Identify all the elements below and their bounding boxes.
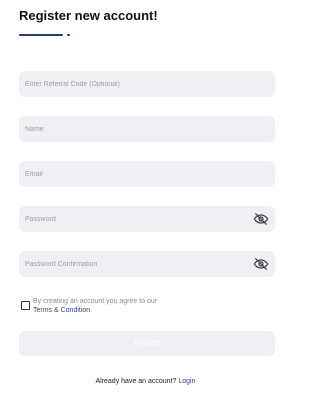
terms-link[interactable]: Terms & Condition — [33, 306, 90, 315]
eye-off-icon[interactable] — [253, 211, 269, 227]
referral-code-field-container — [19, 71, 275, 97]
referral-code-input[interactable] — [19, 71, 275, 97]
register-button[interactable]: Register — [19, 331, 275, 356]
terms-checkbox[interactable] — [21, 301, 30, 310]
login-link[interactable]: Login — [178, 378, 195, 385]
email-input[interactable] — [19, 161, 275, 187]
login-prompt: Already have an account? — [95, 378, 177, 385]
login-row: Already have an account? Login — [0, 378, 291, 385]
password-input[interactable] — [19, 206, 275, 232]
eye-off-icon[interactable] — [253, 256, 269, 272]
terms-text: By creating an account you agree to our — [33, 298, 158, 305]
title-underline — [19, 34, 63, 36]
name-field-container — [19, 116, 275, 142]
password-confirmation-field-container — [19, 251, 275, 277]
password-confirmation-input[interactable] — [19, 251, 275, 277]
name-input[interactable] — [19, 116, 275, 142]
password-field-container — [19, 206, 275, 232]
title-underline-dot — [67, 34, 70, 36]
page-title: Register new account! — [19, 8, 158, 23]
email-field-container — [19, 161, 275, 187]
